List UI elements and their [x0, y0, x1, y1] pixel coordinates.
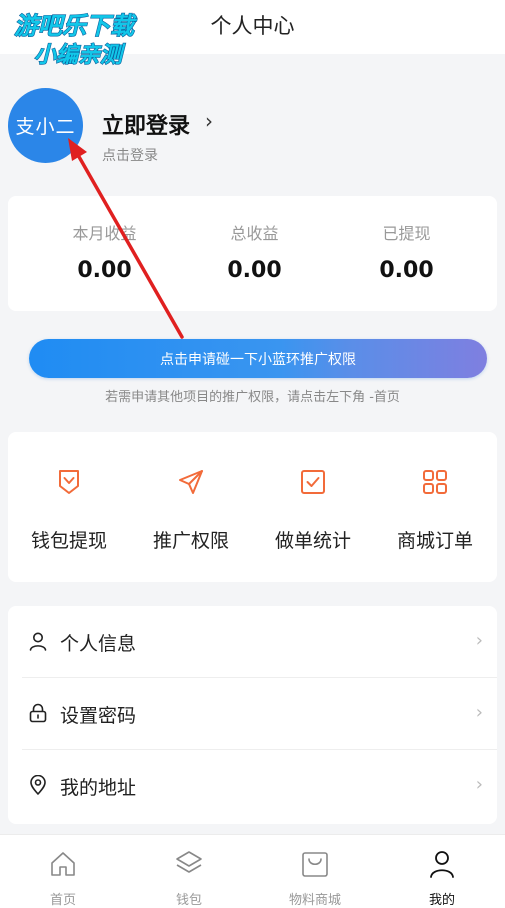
quick-actions-card: 钱包提现 推广权限 做单统计 商城订单: [8, 432, 497, 582]
login-link[interactable]: 立即登录: [102, 108, 190, 140]
tab-label: 物料商城: [288, 893, 341, 908]
watermark-logo: 游吧乐下载 小编亲测: [13, 11, 138, 68]
stat-value: 0.00: [77, 258, 132, 283]
menu-item-set-password[interactable]: 设置密码 ›: [8, 678, 497, 750]
tab-mine[interactable]: 我的: [379, 849, 505, 908]
lock-icon: [29, 703, 47, 723]
stat-total: 总收益 0.00: [173, 220, 336, 283]
quick-item-promotion-rights[interactable]: 推广权限: [130, 466, 252, 553]
menu-item-label: 设置密码: [60, 705, 137, 727]
checkbox-icon: [301, 470, 325, 494]
home-icon: [51, 852, 75, 876]
earnings-card: 本月收益 0.00 总收益 0.00 已提现 0.00: [8, 196, 497, 311]
login-subtitle: 点击登录: [102, 148, 158, 164]
stat-value: 0.00: [227, 258, 282, 283]
tab-label: 钱包: [175, 893, 202, 908]
quick-item-label: 推广权限: [152, 530, 229, 552]
quick-item-label: 钱包提现: [30, 530, 107, 552]
tab-label: 首页: [49, 893, 76, 908]
apply-promotion-button[interactable]: 点击申请碰一下小蓝环推广权限: [29, 339, 487, 378]
quick-item-wallet-withdraw[interactable]: 钱包提现: [8, 466, 130, 553]
chevron-right-icon: ›: [205, 109, 213, 133]
settings-menu: 个人信息 › 设置密码 › 我的地址 ›: [8, 606, 497, 824]
tab-material-mall[interactable]: 物料商城: [252, 849, 378, 908]
location-pin-icon: [30, 775, 46, 795]
quick-item-mall-orders[interactable]: 商城订单: [374, 466, 496, 553]
menu-item-label: 个人信息: [60, 633, 137, 655]
stat-label: 已提现: [382, 224, 431, 243]
stat-label: 总收益: [230, 224, 279, 243]
svg-text:小编亲测: 小编亲测: [34, 42, 126, 68]
tab-wallet[interactable]: 钱包: [126, 849, 252, 908]
stat-value: 0.00: [379, 258, 434, 283]
menu-item-my-address[interactable]: 我的地址 ›: [8, 750, 497, 822]
bottom-tab-bar: 首页 钱包 物料商城 我的: [0, 834, 505, 908]
tab-home[interactable]: 首页: [0, 849, 126, 908]
chevron-right-icon: ›: [475, 630, 483, 651]
person-icon: [430, 851, 454, 878]
quick-item-order-stats[interactable]: 做单统计: [252, 466, 374, 553]
layers-icon: [176, 851, 202, 873]
tab-label: 我的: [428, 893, 455, 908]
stat-label: 本月收益: [72, 224, 137, 243]
stat-monthly: 本月收益 0.00: [23, 220, 186, 283]
chevron-right-icon: ›: [475, 702, 483, 723]
quick-item-label: 商城订单: [396, 530, 473, 552]
apply-promotion-label: 点击申请碰一下小蓝环推广权限: [160, 351, 356, 368]
quick-item-label: 做单统计: [274, 530, 351, 552]
svg-text:游吧乐下载: 游吧乐下载: [14, 12, 138, 40]
avatar[interactable]: 支小二: [8, 88, 83, 163]
paper-plane-icon: [179, 470, 203, 494]
stat-withdrawn: 已提现 0.00: [325, 220, 488, 283]
chevron-right-icon: ›: [475, 774, 483, 795]
menu-item-personal-info[interactable]: 个人信息 ›: [8, 606, 497, 678]
wallet-withdraw-icon: [59, 470, 79, 494]
grid-icon: [423, 470, 447, 494]
user-icon: [29, 632, 47, 651]
shopping-bag-icon: [302, 852, 328, 877]
profile-section: 支小二 立即登录 › 点击登录: [0, 54, 505, 194]
promotion-tip: 若需申请其他项目的推广权限，请点击左下角 -首页: [105, 390, 400, 405]
menu-item-label: 我的地址: [60, 777, 137, 799]
